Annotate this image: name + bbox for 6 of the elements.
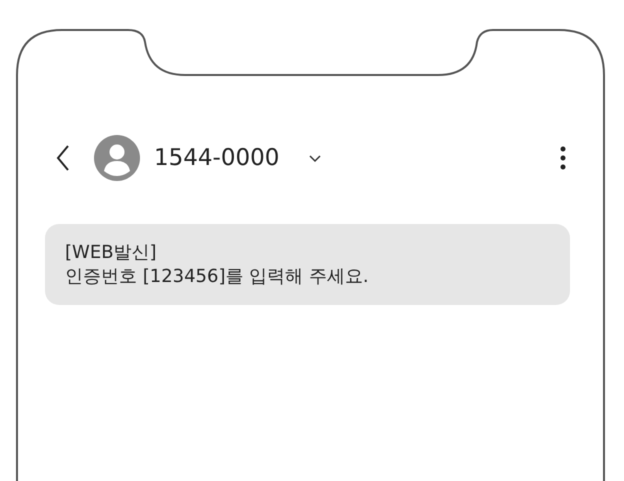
avatar-icon — [94, 135, 140, 181]
more-icon[interactable] — [560, 146, 566, 170]
chevron-down-icon[interactable] — [309, 155, 322, 163]
message-bubble: [WEB발신] 인증번호 [123456]를 입력해 주세요. — [45, 224, 570, 305]
back-icon[interactable] — [56, 145, 70, 171]
contact-number: 1544-0000 — [154, 145, 280, 171]
